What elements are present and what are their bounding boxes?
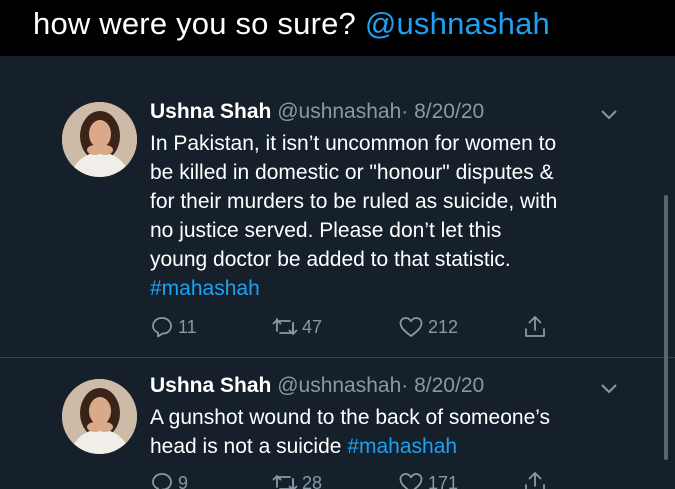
like-button[interactable]: 212 — [398, 312, 458, 342]
chevron-down-icon[interactable] — [600, 108, 618, 120]
tweet-date[interactable]: · 8/20/20 — [401, 374, 484, 397]
handle[interactable]: @ushnashah — [277, 100, 401, 123]
scrollbar[interactable] — [664, 195, 668, 460]
share-button[interactable] — [523, 312, 551, 342]
tweet-actions: 11 47 212 — [150, 312, 570, 342]
tweet-body: A gunshot wound to the back of someone’s… — [150, 403, 620, 461]
retweet-icon — [272, 318, 298, 335]
tweet-line: A gunshot wound to the back of someone’s — [150, 406, 551, 429]
tweet-line: be killed in domestic or "honour" disput… — [150, 161, 554, 184]
divider — [0, 357, 675, 358]
reply-count: 11 — [178, 316, 197, 337]
display-name[interactable]: Ushna Shah — [150, 100, 271, 123]
tweet-line: for their murders to be ruled as suicide… — [150, 190, 558, 213]
tweet-actions: 9 28 171 — [150, 468, 570, 489]
share-icon — [525, 472, 545, 489]
reply-icon — [152, 317, 172, 338]
tweet-line-text: head is not a suicide — [150, 435, 342, 458]
avatar[interactable] — [62, 102, 137, 177]
chevron-down-icon[interactable] — [600, 382, 618, 394]
caption-mention[interactable]: @ushnashah — [365, 6, 550, 41]
share-icon — [525, 316, 545, 337]
handle[interactable]: @ushnashah — [277, 374, 401, 397]
tweet-thread: Ushna Shah @ushnashah· 8/20/20 In Pakist… — [0, 56, 675, 489]
caption: how were you so sure? @ushnashah — [33, 6, 550, 42]
tweet-line: head is not a suicide #mahashah — [150, 432, 620, 461]
tweet-date[interactable]: · 8/20/20 — [401, 100, 484, 123]
reply-icon — [152, 473, 172, 489]
like-button[interactable]: 171 — [398, 468, 458, 489]
share-button[interactable] — [523, 468, 551, 489]
hashtag-link[interactable]: #mahashah — [347, 435, 457, 458]
like-count: 171 — [428, 472, 459, 489]
like-icon — [399, 317, 423, 337]
tweet-header: Ushna Shah @ushnashah· 8/20/20 — [150, 374, 484, 398]
avatar[interactable] — [62, 379, 137, 454]
caption-text: how were you so sure? — [33, 6, 356, 41]
tweet-line: no justice served. Please don’t let this — [150, 219, 502, 242]
retweet-button[interactable]: 47 — [272, 312, 322, 342]
reply-button[interactable]: 11 — [150, 312, 197, 342]
caption-area: how were you so sure? @ushnashah — [0, 0, 675, 56]
retweet-icon — [272, 475, 298, 489]
hashtag-link[interactable]: #mahashah — [150, 274, 620, 303]
tweet-header: Ushna Shah @ushnashah· 8/20/20 — [150, 100, 484, 124]
display-name[interactable]: Ushna Shah — [150, 374, 271, 397]
retweet-button[interactable]: 28 — [272, 468, 322, 489]
reply-count: 9 — [178, 472, 189, 489]
like-icon — [399, 473, 423, 489]
reply-button[interactable]: 9 — [150, 468, 188, 489]
retweet-count: 47 — [302, 316, 323, 337]
tweet-line: young doctor be added to that statistic. — [150, 248, 511, 271]
tweet-line: In Pakistan, it isn’t uncommon for women… — [150, 132, 557, 155]
tweet-body: In Pakistan, it isn’t uncommon for women… — [150, 129, 620, 303]
like-count: 212 — [428, 316, 459, 337]
retweet-count: 28 — [302, 472, 323, 489]
